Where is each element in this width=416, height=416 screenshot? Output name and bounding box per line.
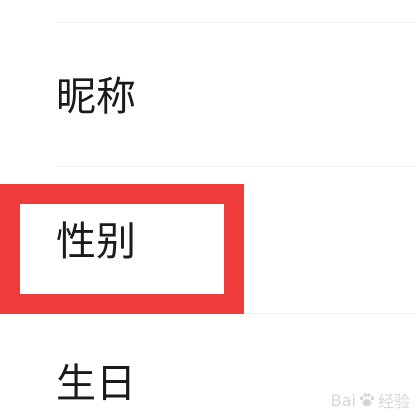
watermark: Bai 经验 <box>331 388 410 412</box>
row-label-nickname: 昵称 <box>56 74 136 120</box>
watermark-text-left: Bai <box>330 390 356 410</box>
paw-icon <box>358 391 376 409</box>
row-label-birthday: 生日 <box>56 361 136 407</box>
watermark-text-right: 经验 <box>377 392 410 411</box>
settings-row-nickname[interactable]: 昵称 <box>0 23 416 166</box>
highlight-annotation-box <box>0 184 244 314</box>
